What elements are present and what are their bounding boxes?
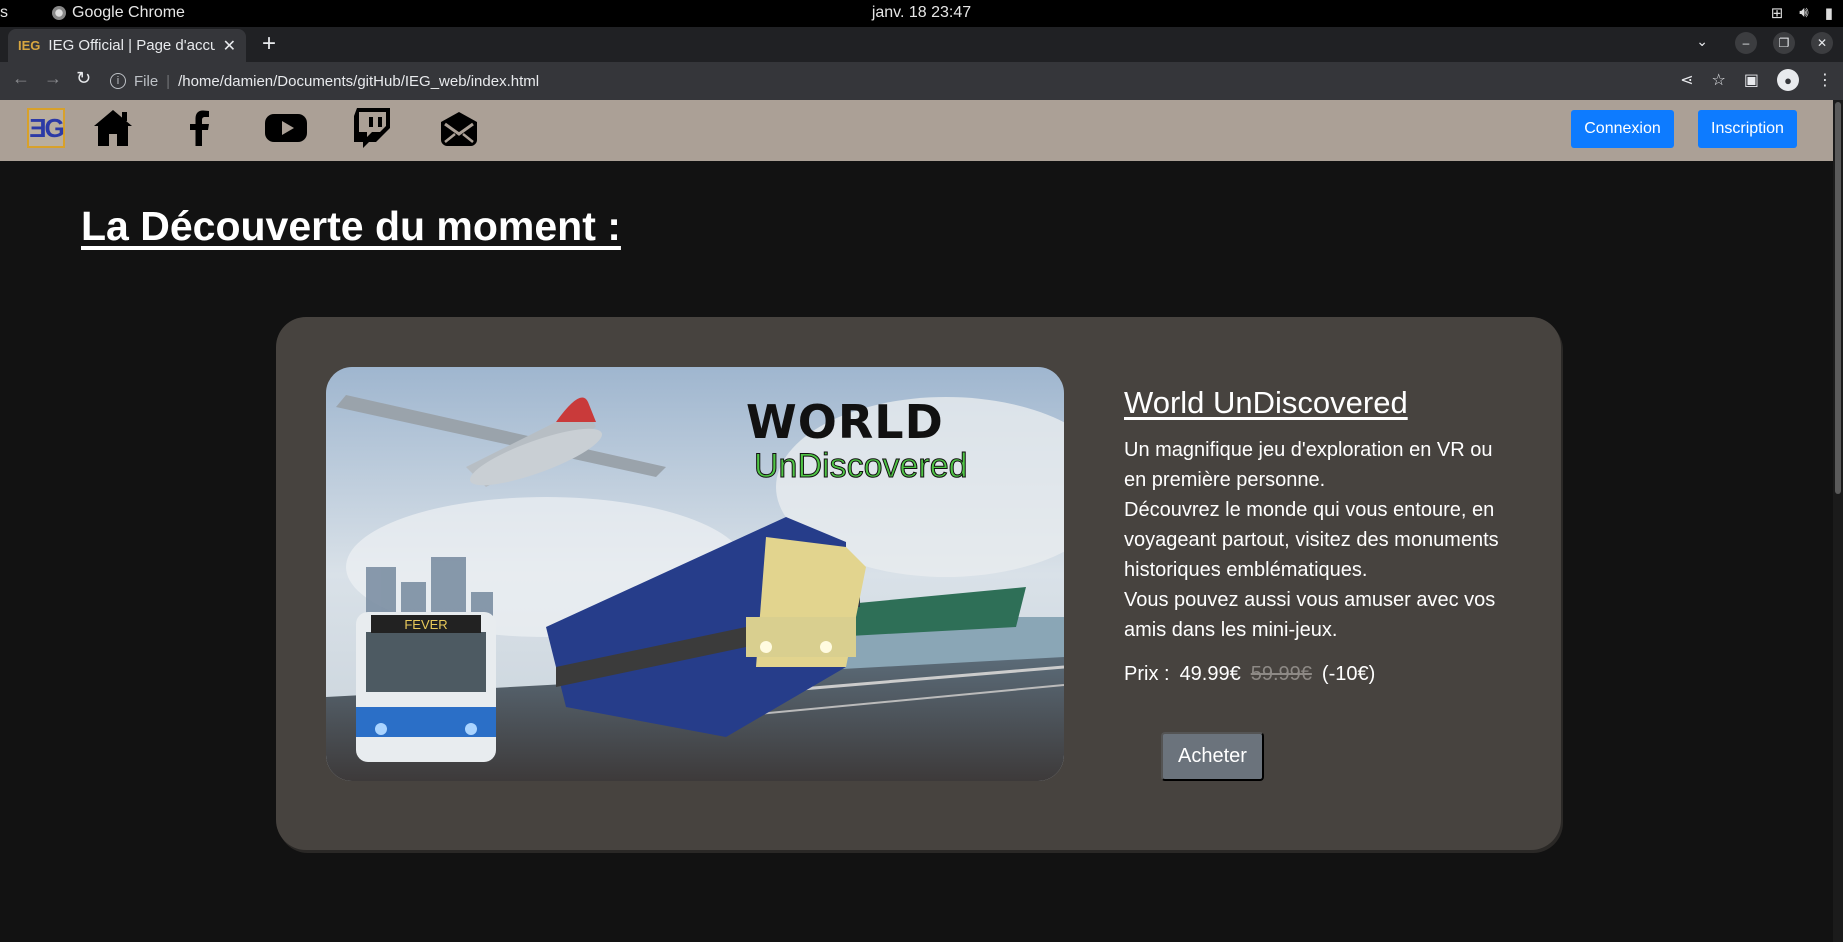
price-current: 49.99€ [1179,663,1241,685]
address-bar[interactable]: i File | /home/damien/Documents/gitHub/I… [110,66,1740,96]
battery-icon: ▮ [1824,5,1833,22]
scrollbar-thumb[interactable] [1835,102,1841,494]
price-label: Prix : [1124,663,1170,685]
tab-strip: IEG IEG Official | Page d'accueil ✕ + ⌄ … [0,27,1843,62]
game-info: World UnDiscovered Un magnifique jeu d'e… [1124,385,1514,686]
share-icon[interactable]: ⋖ [1680,70,1693,90]
more-menu-icon[interactable]: ⋮ [1817,70,1833,90]
url-scheme: File [134,72,159,90]
game-description: Un magnifique jeu d'exploration en VR ou… [1124,435,1514,645]
tab-close-icon[interactable]: ✕ [223,36,236,56]
description-line: Vous pouvez aussi vous amuser avec vos a… [1124,589,1496,641]
browser-toolbar: ← → ↻ i File | /home/damien/Documents/gi… [0,62,1843,100]
site-navbar: ƎG Connexion Inscription [0,100,1833,161]
buy-button[interactable]: Acheter [1161,732,1264,781]
forward-arrow-icon[interactable]: → [44,68,62,89]
back-arrow-icon[interactable]: ← [12,68,30,89]
profile-avatar-icon[interactable]: ● [1777,69,1799,91]
url-text[interactable]: /home/damien/Documents/gitHub/IEG_web/in… [178,73,539,90]
game-title-link[interactable]: World UnDiscovered [1124,385,1408,420]
game-cover-image[interactable]: FEVER WORLD UnDiscovered [326,367,1064,781]
system-tray[interactable]: ⊞ 🔊︎ ▮ [1771,4,1833,22]
price-row: Prix : 49.99€ 59.99€ (-10€) [1124,663,1514,686]
bus-sign-text: FEVER [404,617,447,632]
new-tab-button[interactable]: + [262,31,276,57]
window-controls: – ❐ ✕ [1735,32,1833,54]
bookmark-star-icon[interactable]: ☆ [1712,70,1726,90]
site-logo[interactable]: ƎG [27,108,65,148]
browser-tab[interactable]: IEG IEG Official | Page d'accueil ✕ [8,29,246,62]
description-line: Découvrez le monde qui vous entoure, en … [1124,499,1499,581]
home-icon[interactable] [90,105,136,151]
page-scrollbar[interactable] [1833,100,1843,942]
system-clock[interactable]: janv. 18 23:47 [0,4,1843,22]
tab-title: IEG Official | Page d'accueil [48,37,215,54]
url-separator: | [166,72,171,90]
youtube-icon[interactable] [263,105,309,151]
price-old: 59.99€ [1250,663,1312,685]
tab-favicon: IEG [18,38,41,53]
signup-button[interactable]: Inscription [1698,110,1797,148]
network-icon: ⊞ [1770,5,1784,22]
cover-logo-undiscovered: UnDiscovered [754,447,969,486]
os-top-bar: s Google Chrome janv. 18 23:47 ⊞ 🔊︎ ▮ [0,0,1843,27]
reload-icon[interactable]: ↻ [76,68,91,89]
page-viewport: ƎG Connexion Inscription La Découverte d… [0,100,1833,942]
discount-amount: (-10€) [1321,663,1376,685]
restore-icon[interactable]: ❐ [1773,32,1795,54]
cover-logo-world: WORLD [746,395,944,449]
info-icon[interactable]: i [110,73,126,89]
page-title: La Découverte du moment : [81,203,621,249]
side-panel-icon[interactable]: ▣ [1744,70,1759,90]
tab-search-chevron-icon[interactable]: ⌄ [1696,33,1708,50]
login-button[interactable]: Connexion [1571,110,1674,148]
minimize-icon[interactable]: – [1735,32,1757,54]
mail-icon[interactable] [436,105,482,151]
volume-icon: 🔊︎ [1799,4,1809,21]
description-line: Un magnifique jeu d'exploration en VR ou… [1124,439,1493,491]
twitch-icon[interactable] [350,105,396,151]
facebook-icon[interactable] [177,105,223,151]
close-window-icon[interactable]: ✕ [1811,32,1833,54]
featured-game-card: FEVER WORLD UnDiscovered World UnDiscove… [276,317,1561,850]
